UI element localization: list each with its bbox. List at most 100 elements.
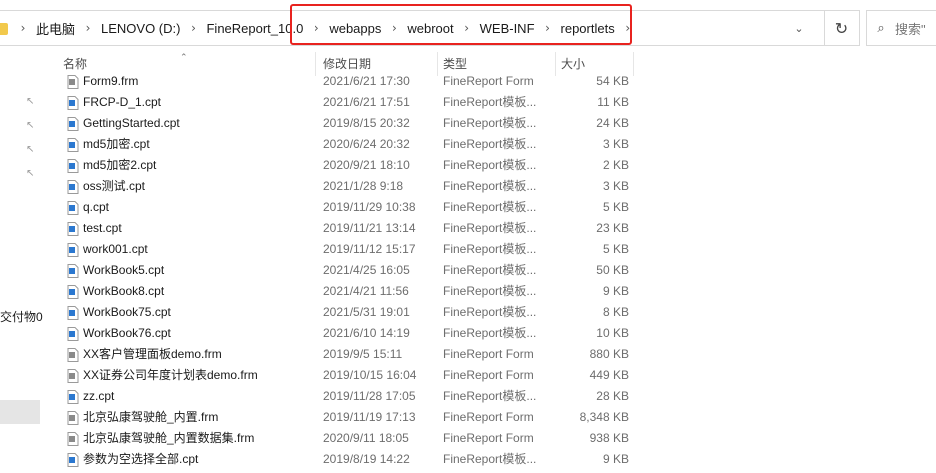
file-type: FineReport模板... [443,452,537,466]
file-size: 50 KB [596,263,629,277]
file-name: XX证券公司年度计划表demo.frm [83,368,258,382]
file-name-cell: md5加密.cpt [58,134,316,155]
file-row[interactable]: WorkBook76.cpt 2021/6/10 14:19 FineReport模… [58,323,634,344]
file-name-cell: Form9.frm [58,71,316,92]
file-type: FineReport模板... [443,158,537,172]
file-type: FineReport模板... [443,263,537,277]
file-name: work001.cpt [83,242,148,256]
file-date: 2021/6/10 14:19 [323,326,410,340]
form-file-icon [67,347,79,362]
search-icon: ⌕ [877,20,885,36]
file-name: WorkBook8.cpt [83,284,165,298]
breadcrumb-item[interactable]: WEB-INF [478,21,537,36]
file-type: FineReport Form [443,431,534,445]
pin-icon[interactable]: ↖ [26,168,38,180]
file-row[interactable]: WorkBook8.cpt 2021/4/21 11:56 FineReport模板… [58,281,634,302]
file-type: FineReport模板... [443,305,537,319]
report-file-icon [67,179,79,194]
breadcrumb: › 此电脑 › LENOVO (D:) › FineReport_10.0 › webapps… [12,11,639,45]
file-row[interactable]: q.cpt 2019/11/29 10:38 FineReport模板... 5 KB [58,197,634,218]
file-row[interactable]: zz.cpt 2019/11/28 17:05 FineReport模板... 28 … [58,386,634,407]
file-date: 2021/5/31 19:01 [323,305,410,319]
file-row[interactable]: md5加密2.cpt 2020/9/21 18:10 FineReport模板...… [58,155,634,176]
file-date: 2019/11/12 15:17 [323,242,416,256]
file-name: oss测试.cpt [83,179,146,193]
file-type: FineReport模板... [443,242,537,256]
file-row[interactable]: oss测试.cpt 2021/1/28 9:18 FineReport模板... 3 … [58,176,634,197]
file-size: 449 KB [589,368,629,382]
file-name: WorkBook5.cpt [83,263,165,277]
file-name: q.cpt [83,200,110,214]
file-date: 2019/8/19 14:22 [323,452,410,466]
file-size: 880 KB [589,347,629,361]
chevron-right-icon[interactable]: › [77,21,99,35]
nav-item-label[interactable]: 交付物0 [0,308,43,325]
file-type: FineReport模板... [443,137,537,151]
file-type: FineReport模板... [443,389,537,403]
file-name-cell: WorkBook5.cpt [58,260,316,281]
breadcrumb-item[interactable]: webapps [327,21,383,36]
file-row[interactable]: Form9.frm 2021/6/21 17:30 FineReport Form 5… [58,71,634,92]
file-name-cell: 北京弘康驾驶舱_内置数据集.frm [58,428,316,449]
navigation-pane: ↖ ↖ ↖ ↖ 交付物0 [0,46,44,473]
address-bar[interactable]: › 此电脑 › LENOVO (D:) › FineReport_10.0 › webapps… [0,10,860,46]
report-file-icon [67,95,79,110]
breadcrumb-item[interactable]: 此电脑 [34,19,77,38]
chevron-right-icon[interactable]: › [383,21,405,35]
file-name-cell: test.cpt [58,218,316,239]
file-size: 938 KB [589,431,629,445]
report-file-icon [67,284,79,299]
file-type: FineReport模板... [443,326,537,340]
breadcrumb-item[interactable]: webroot [405,21,455,36]
file-size: 2 KB [602,158,629,172]
file-row[interactable]: XX客户管理面板demo.frm 2019/9/5 15:11 FineReport… [58,344,634,365]
file-size: 9 KB [602,284,629,298]
refresh-icon[interactable]: ↻ [824,11,858,45]
file-size: 11 KB [597,95,629,109]
chevron-right-icon[interactable]: › [456,21,478,35]
pin-icon[interactable]: ↖ [26,120,38,132]
file-name-cell: oss测试.cpt [58,176,316,197]
file-row[interactable]: work001.cpt 2019/11/12 15:17 FineReport模板.… [58,239,634,260]
file-row[interactable]: WorkBook5.cpt 2021/4/25 16:05 FineReport模板… [58,260,634,281]
file-row[interactable]: GettingStarted.cpt 2019/8/15 20:32 FineRep… [58,113,634,134]
file-date: 2019/11/28 17:05 [323,389,416,403]
file-name: WorkBook76.cpt [83,326,171,340]
chevron-right-icon[interactable]: › [182,21,204,35]
file-date: 2021/1/28 9:18 [323,179,404,193]
file-row[interactable]: XX证券公司年度计划表demo.frm 2019/10/15 16:04 FineR… [58,365,634,386]
breadcrumb-item[interactable]: LENOVO (D:) [99,21,182,36]
file-type: FineReport Form [443,74,534,88]
file-row[interactable]: WorkBook75.cpt 2021/5/31 19:01 FineReport模… [58,302,634,323]
pin-icon[interactable]: ↖ [26,96,38,108]
file-date: 2021/6/21 17:51 [323,95,410,109]
file-name: 北京弘康驾驶舱_内置数据集.frm [83,431,255,445]
chevron-right-icon[interactable]: › [617,21,639,35]
chevron-right-icon[interactable]: › [12,21,34,35]
file-row[interactable]: 北京弘康驾驶舱_内置数据集.frm 2020/9/11 18:05 FineRepo… [58,428,634,449]
search-placeholder: 搜索" [895,21,926,37]
chevron-right-icon[interactable]: › [537,21,559,35]
file-row[interactable]: md5加密.cpt 2020/6/24 20:32 FineReport模板... 3… [58,134,634,155]
file-type: FineReport模板... [443,95,537,109]
breadcrumb-item[interactable]: FineReport_10.0 [204,21,305,36]
chevron-down-icon[interactable]: ⌄ [776,11,822,45]
nav-item-selected[interactable] [0,400,40,424]
file-name-cell: XX客户管理面板demo.frm [58,344,316,365]
breadcrumb-item[interactable]: reportlets [559,21,617,36]
file-name-cell: XX证券公司年度计划表demo.frm [58,365,316,386]
report-file-icon [67,200,79,215]
file-row[interactable]: test.cpt 2019/11/21 13:14 FineReport模板... 2… [58,218,634,239]
file-type: FineReport Form [443,368,534,382]
file-row[interactable]: 参数为空选择全部.cpt 2019/8/19 14:22 FineReport模板.… [58,449,634,470]
file-size: 5 KB [602,200,629,214]
file-row[interactable]: 北京弘康驾驶舱_内置.frm 2019/11/19 17:13 FineReport… [58,407,634,428]
pin-icon[interactable]: ↖ [26,144,38,156]
report-file-icon [67,221,79,236]
file-size: 3 KB [602,179,629,193]
search-input[interactable]: ⌕ 搜索" [866,10,936,46]
chevron-right-icon[interactable]: › [305,21,327,35]
file-row[interactable]: FRCP-D_1.cpt 2021/6/21 17:51 FineReport模板.… [58,92,634,113]
file-name-cell: 北京弘康驾驶舱_内置.frm [58,407,316,428]
file-name: md5加密.cpt [83,137,150,151]
